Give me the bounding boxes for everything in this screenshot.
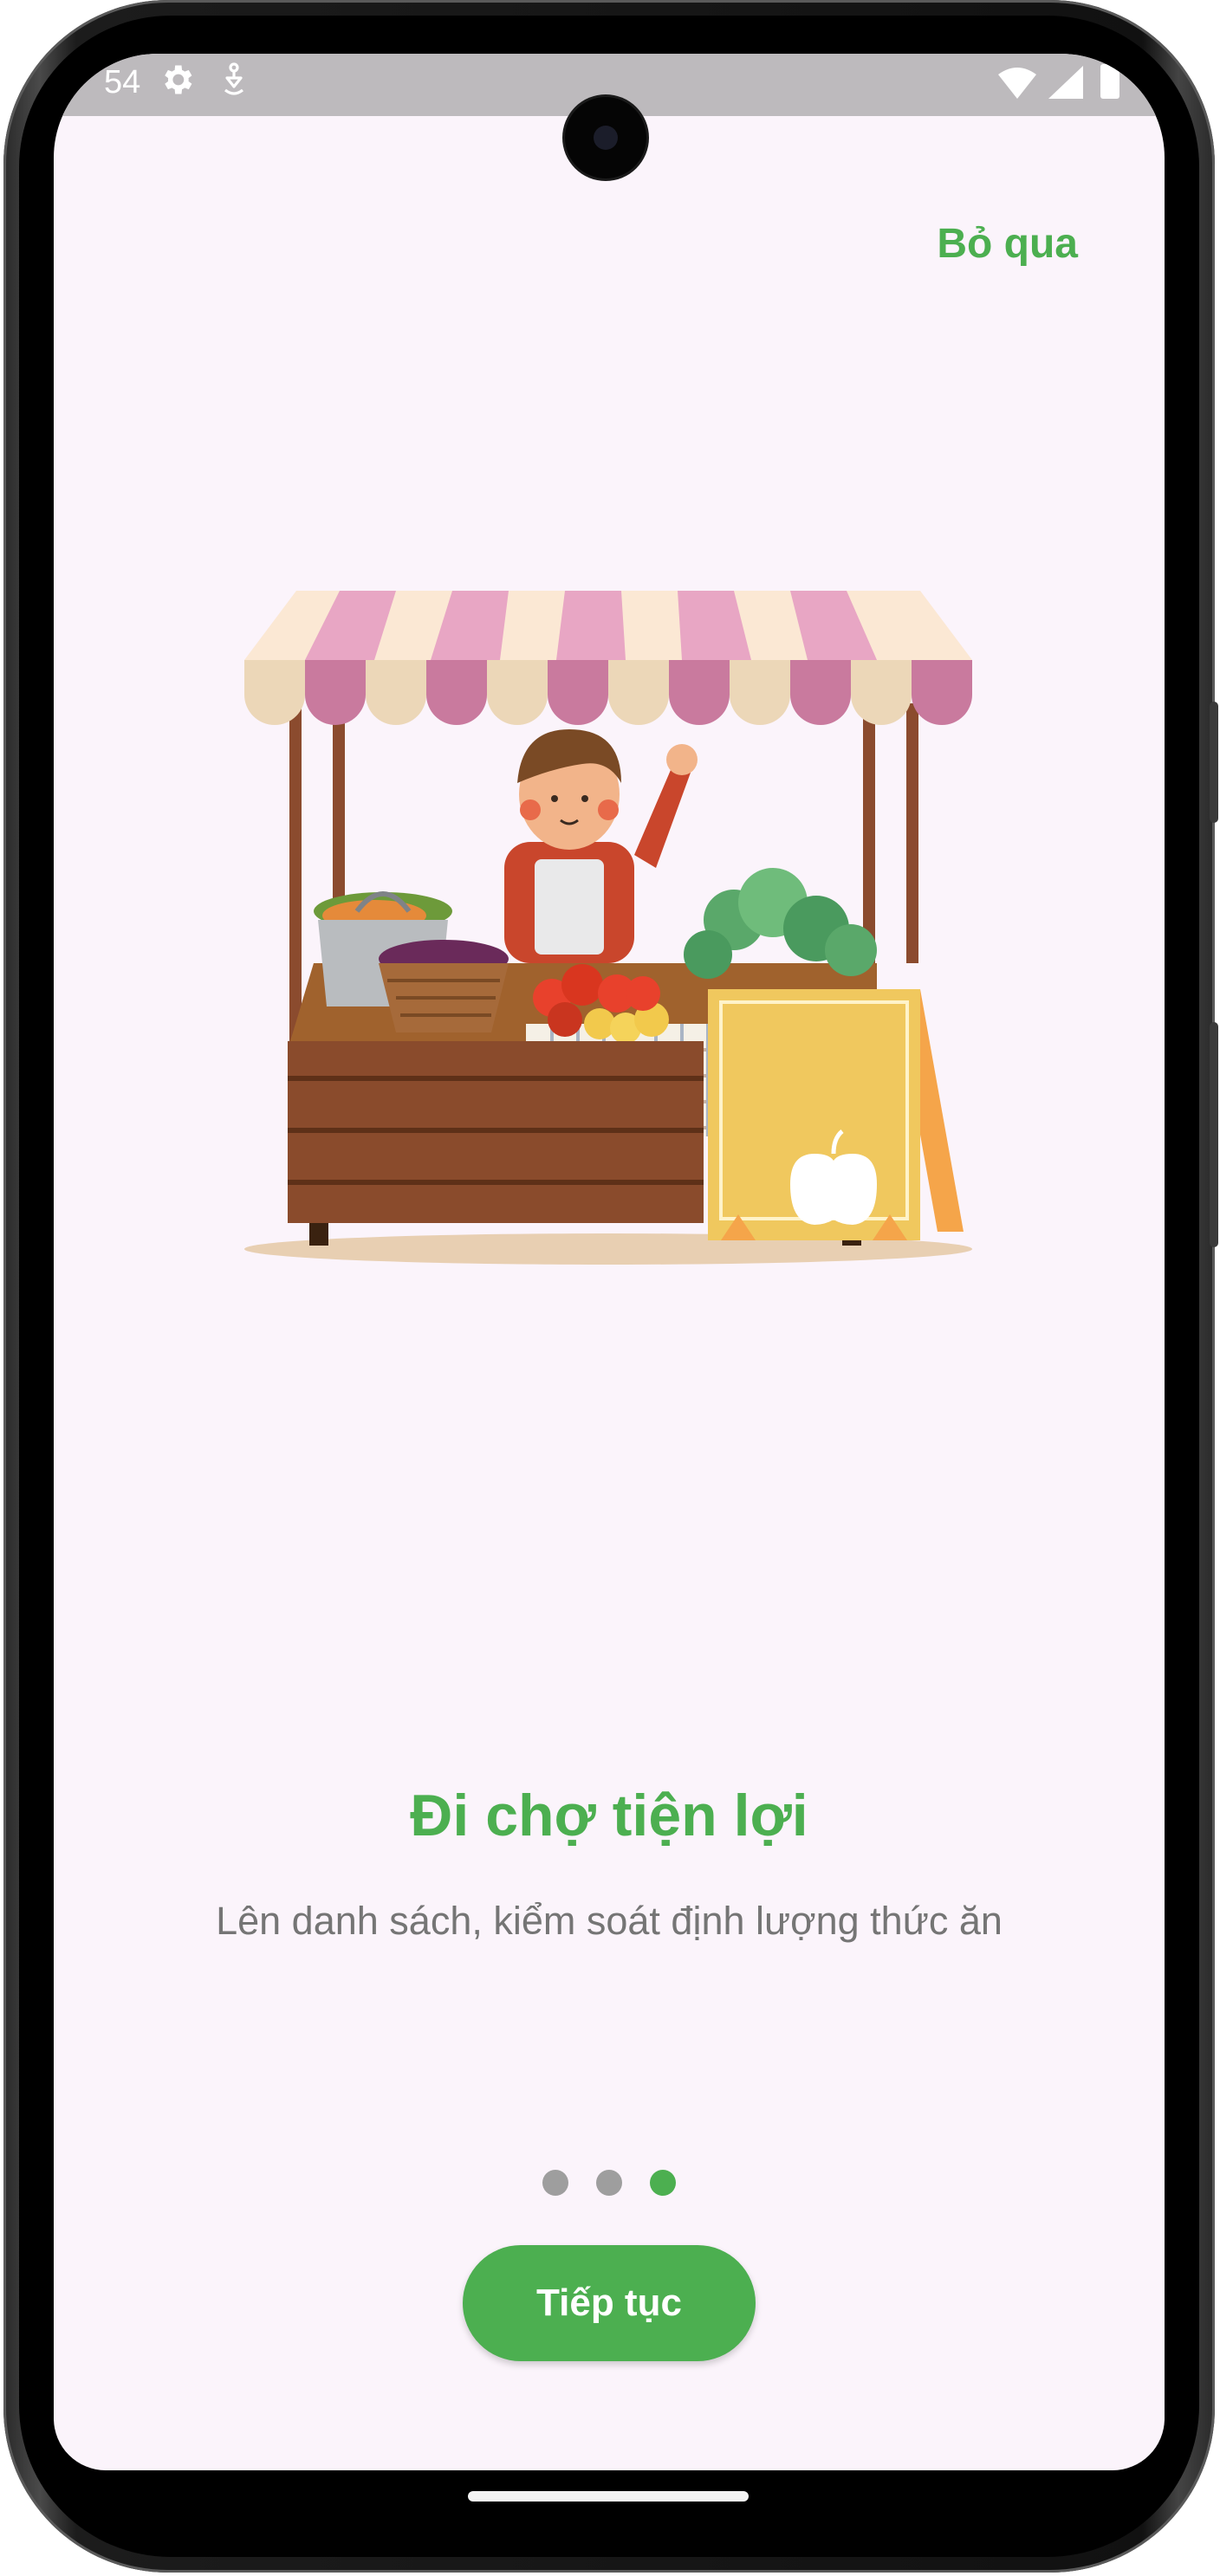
screen: 54 Bỏ qua Đi chợ tiện lợi Lên danh sách,… [54, 54, 1165, 2470]
power-button [1210, 1022, 1218, 1247]
gear-icon [165, 65, 192, 94]
skip-button[interactable]: Bỏ qua [937, 220, 1078, 268]
cellular-signal-icon [1048, 66, 1083, 99]
home-indicator[interactable] [468, 2491, 749, 2502]
system-status-icons [998, 62, 1119, 99]
vendor [504, 729, 698, 963]
grape-basket [379, 940, 509, 1032]
page-indicator [54, 2170, 1165, 2196]
page-dot-3-active [650, 2170, 676, 2196]
page-dot-2 [596, 2170, 622, 2196]
wifi-icon [998, 68, 1036, 99]
battery-icon [1100, 62, 1119, 99]
volume-up-button [1210, 702, 1218, 823]
market-stall-illustration [244, 591, 972, 1265]
onboarding-description: Lên danh sách, kiểm soát định lượng thức… [216, 1899, 1003, 1943]
front-camera [565, 97, 646, 178]
broccoli [684, 868, 877, 979]
onboarding-title: Đi chợ tiện lợi [410, 1783, 808, 1848]
apple-sign [708, 989, 964, 1240]
status-time: 54 [104, 64, 141, 100]
page-dot-1 [542, 2170, 568, 2196]
awning [244, 591, 972, 725]
continue-button[interactable]: Tiếp tục [463, 2245, 756, 2361]
app-notification-icon [224, 62, 243, 95]
